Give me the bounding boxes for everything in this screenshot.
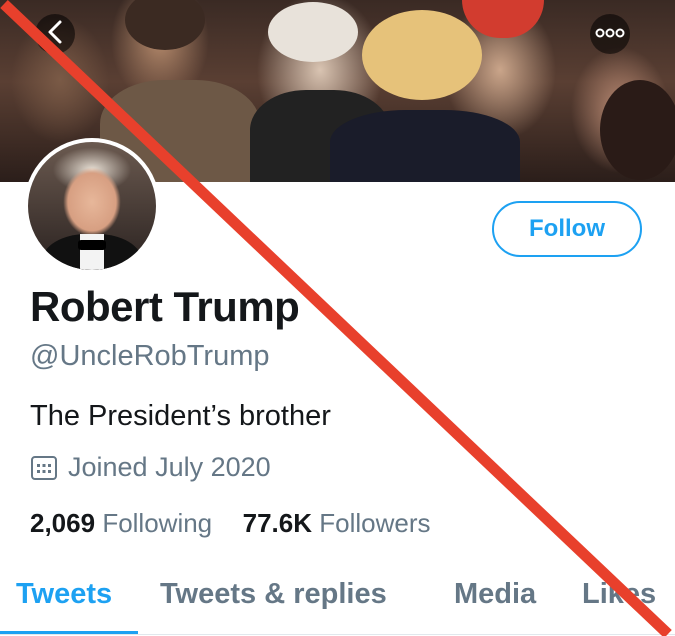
joined-text: Joined July 2020 [68,452,271,482]
profile-name: Robert Trump [30,283,300,330]
profile-handle: @UncleRobTrump [30,340,270,372]
tabs-divider [0,634,675,635]
calendar-icon [30,454,58,482]
followers-link[interactable]: 77.6K Followers [243,508,431,538]
follow-stats: 2,069 Following 77.6K Followers [30,508,430,539]
joined-date: Joined July 2020 [30,452,271,483]
followers-count: 77.6K [242,508,312,538]
more-dots-icon [595,25,625,43]
tab-tweets-replies[interactable]: Tweets & replies [160,578,387,611]
tab-likes[interactable]: Likes [582,578,656,611]
following-label: Following [102,508,213,538]
following-count: 2,069 [30,508,96,538]
banner-figure [362,10,482,100]
banner-figure [268,2,358,62]
profile-bio: The President’s brother [30,400,331,432]
banner-figure [600,80,675,180]
tab-tweets[interactable]: Tweets [16,578,112,611]
banner-figure [330,110,520,182]
tab-media[interactable]: Media [454,578,536,611]
followers-label: Followers [319,508,431,538]
avatar[interactable] [24,138,160,274]
more-options-button[interactable] [590,14,630,54]
banner-figure [125,0,205,50]
avatar-bow-tie [78,240,106,250]
follow-button[interactable]: Follow [492,201,642,257]
back-button[interactable] [35,14,75,54]
chevron-left-icon [46,19,64,50]
profile-tabs: Tweets Tweets & replies Media Likes [0,570,675,636]
following-link[interactable]: 2,069 Following [30,508,219,538]
